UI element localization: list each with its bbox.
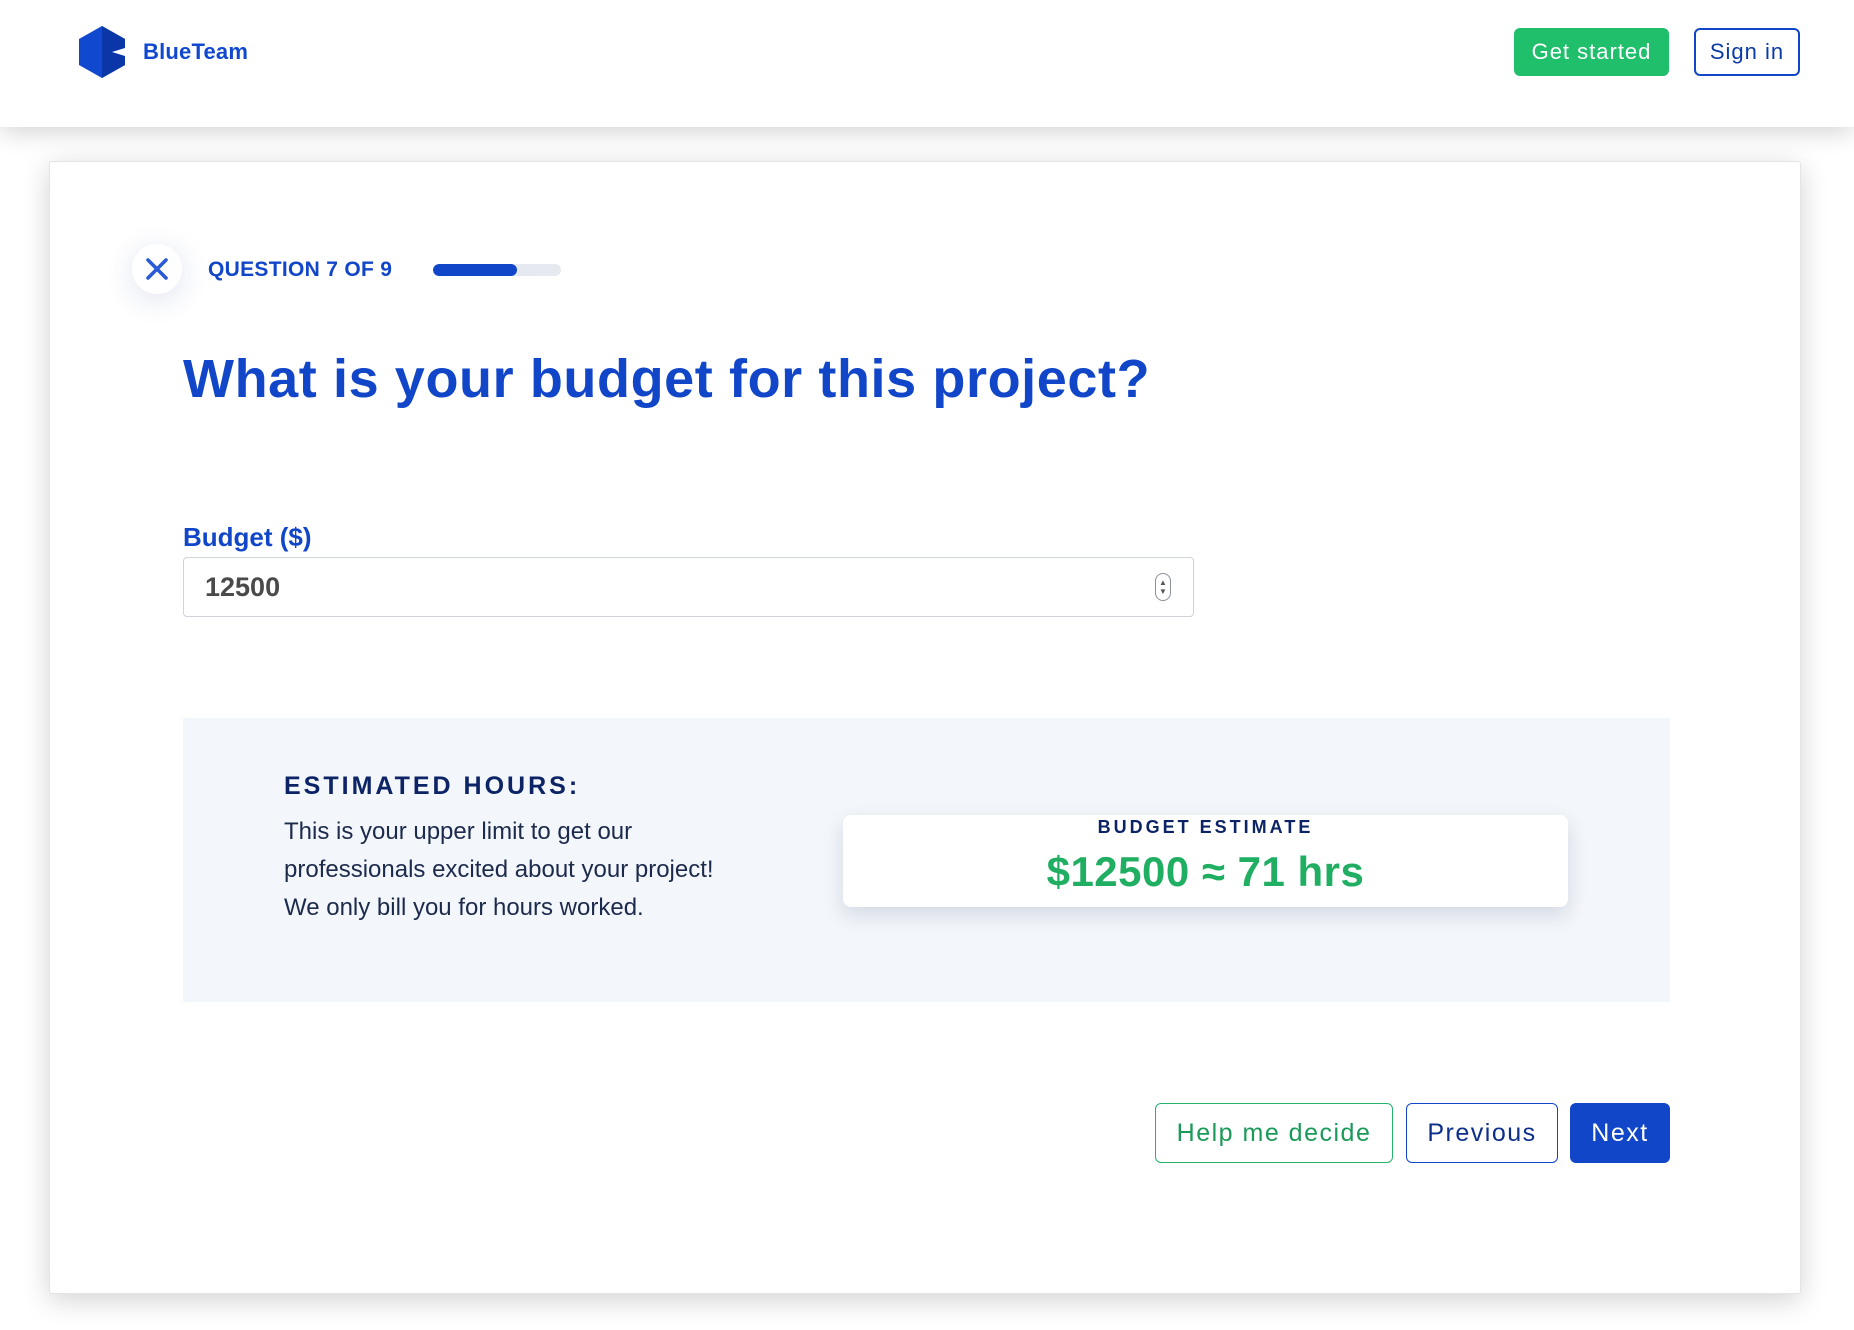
- budget-input[interactable]: [184, 559, 1124, 615]
- top-nav: BlueTeam Get started Sign in: [0, 0, 1854, 127]
- next-button[interactable]: Next: [1570, 1103, 1670, 1163]
- brand-name: BlueTeam: [143, 39, 249, 64]
- progress-bar: [433, 264, 561, 276]
- blueteam-logo-icon: [79, 26, 125, 78]
- sign-in-button[interactable]: Sign in: [1694, 28, 1800, 76]
- spinner-up-icon[interactable]: ▲: [1159, 578, 1167, 587]
- previous-button[interactable]: Previous: [1406, 1103, 1558, 1163]
- number-spinner[interactable]: ▲ ▼: [1155, 573, 1171, 601]
- budget-estimate-box: BUDGET ESTIMATE $12500 ≈ 71 hrs: [843, 815, 1568, 907]
- question-title: What is your budget for this project?: [183, 349, 1151, 409]
- estimate-heading: ESTIMATED HOURS:: [284, 772, 581, 800]
- estimate-description: This is your upper limit to get our prof…: [284, 818, 714, 921]
- help-me-decide-button[interactable]: Help me decide: [1155, 1103, 1393, 1163]
- spinner-down-icon[interactable]: ▼: [1159, 587, 1167, 596]
- question-card: QUESTION 7 OF 9 What is your budget for …: [49, 161, 1801, 1294]
- budget-estimate-label: BUDGET ESTIMATE: [1097, 817, 1314, 837]
- close-icon: [144, 256, 170, 282]
- progress-bar-fill: [433, 264, 518, 276]
- budget-field-label: Budget ($): [183, 522, 312, 552]
- brand-logo[interactable]: BlueTeam: [79, 26, 248, 78]
- budget-estimate-value: $12500 ≈ 71 hrs: [1046, 848, 1365, 895]
- progress-label: QUESTION 7 OF 9: [208, 258, 393, 281]
- estimate-panel: ESTIMATED HOURS: This is your upper limi…: [183, 718, 1670, 1002]
- get-started-button[interactable]: Get started: [1514, 28, 1669, 76]
- close-button[interactable]: [132, 244, 182, 294]
- budget-input-wrapper: ▲ ▼: [183, 557, 1194, 617]
